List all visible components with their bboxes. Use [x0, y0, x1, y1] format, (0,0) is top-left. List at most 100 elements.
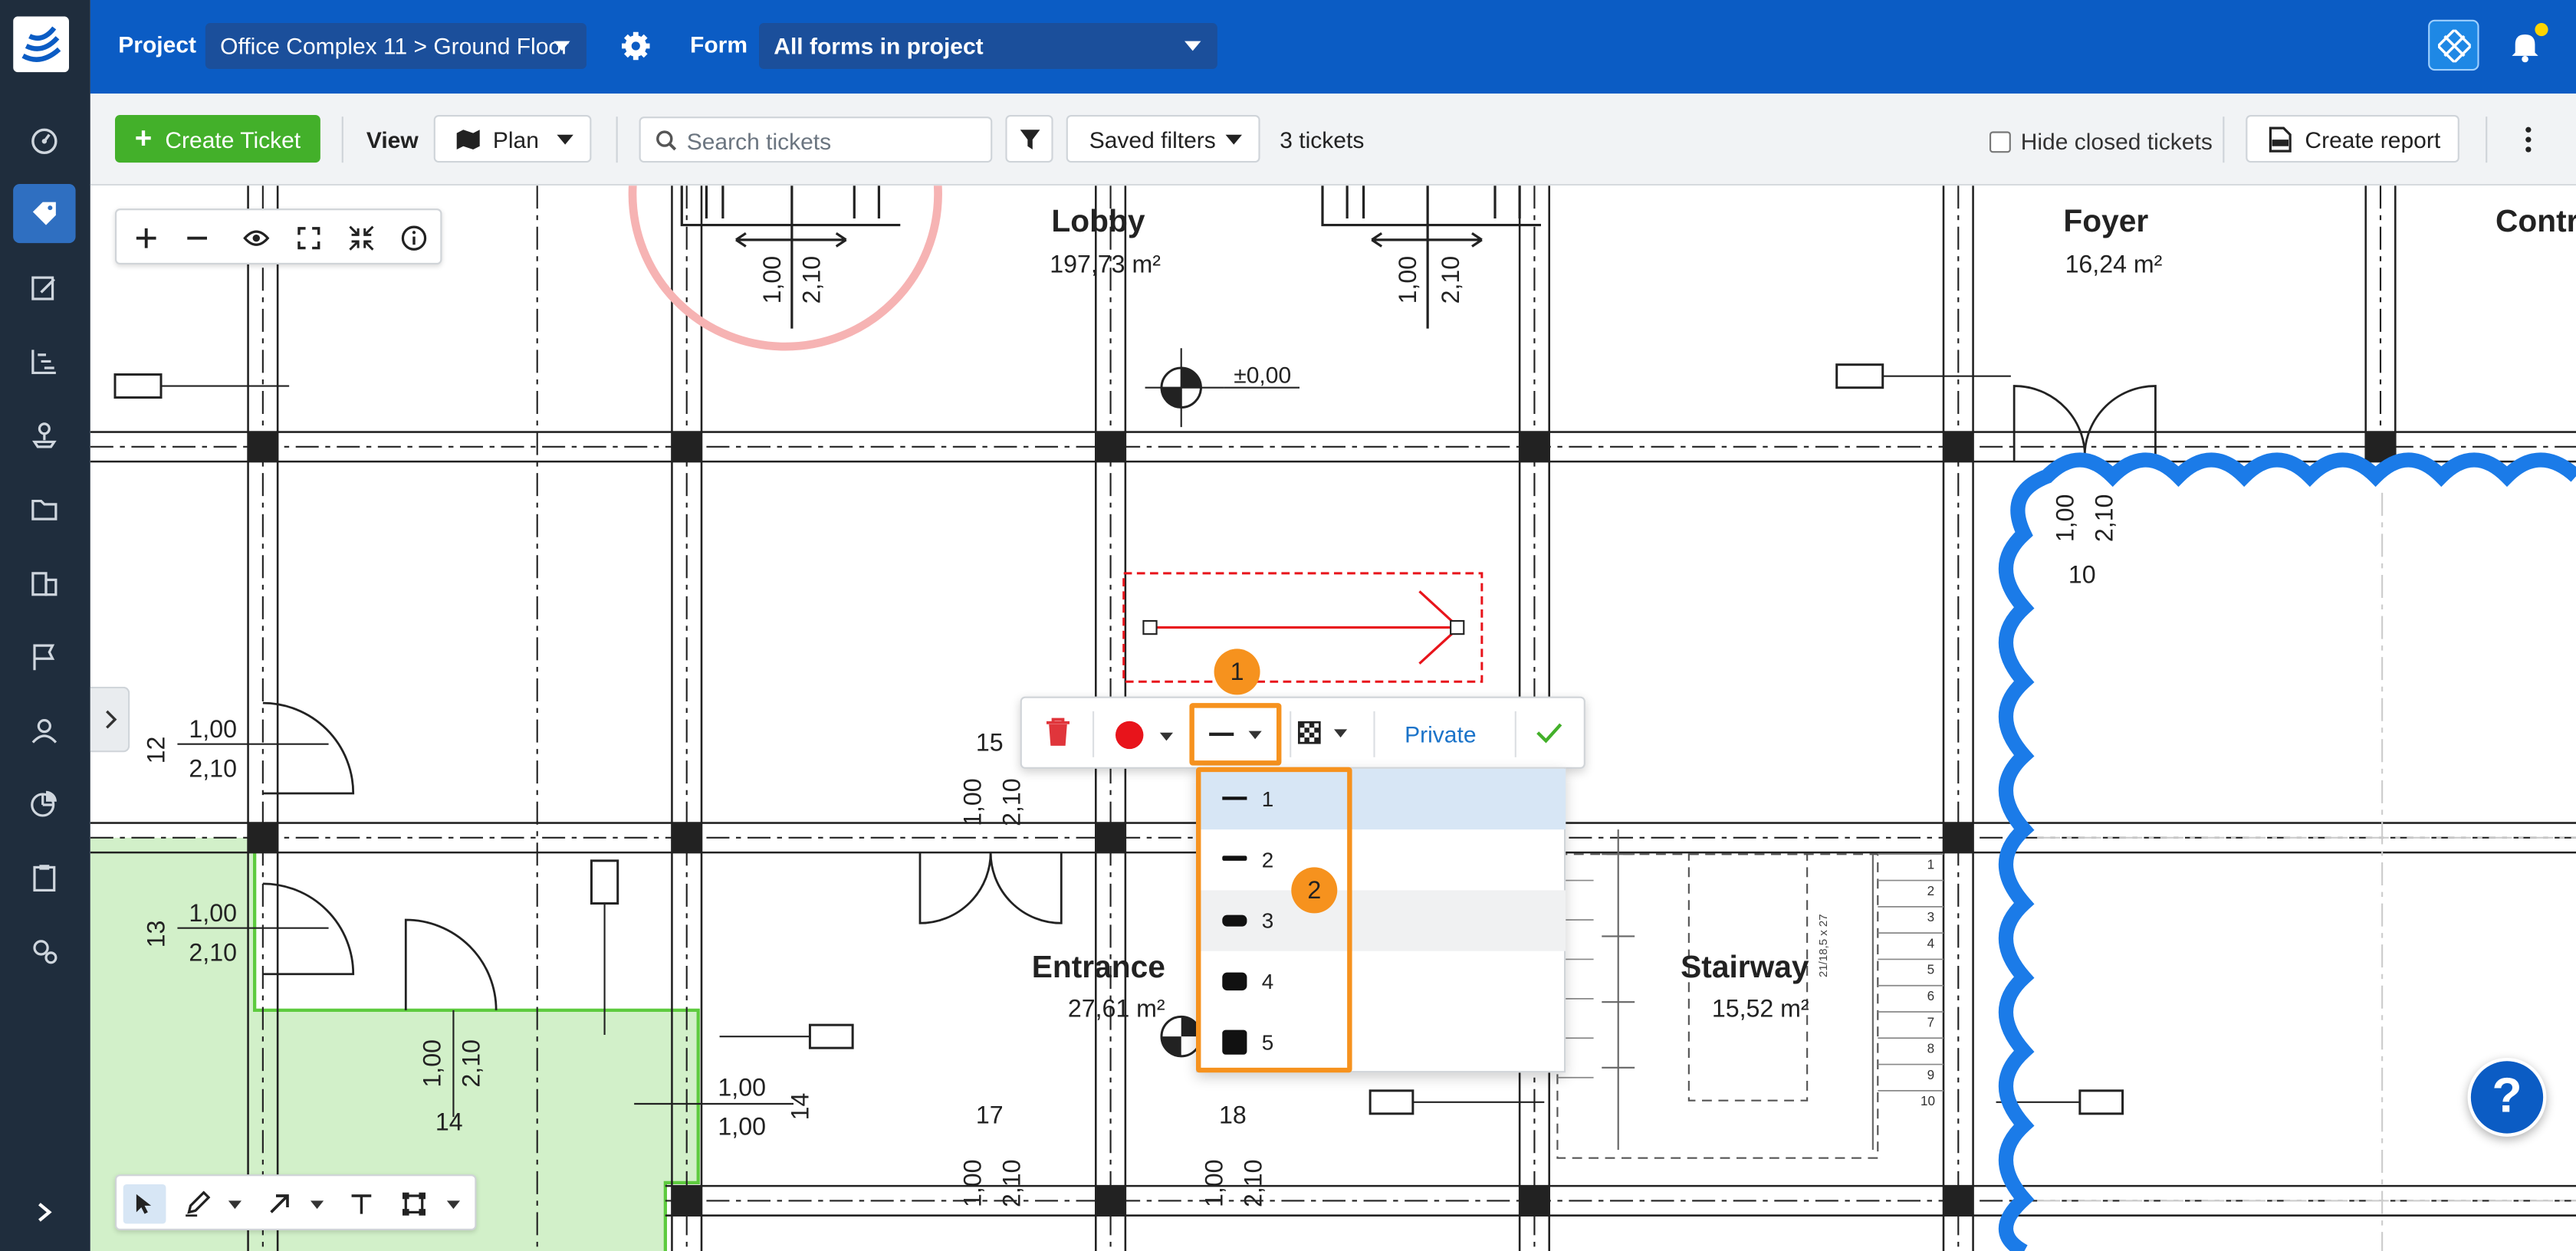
view-select[interactable]: Plan: [433, 115, 592, 163]
chevron-down-icon[interactable]: [228, 1200, 242, 1210]
line-width-button[interactable]: [1189, 703, 1282, 766]
left-sidebar: [0, 0, 90, 1251]
cursor-icon: [136, 1194, 152, 1214]
sidebar-item-inspection[interactable]: [13, 406, 75, 465]
more-options-icon[interactable]: [2518, 125, 2538, 155]
pen-tool-button[interactable]: [179, 1184, 215, 1223]
tickets-toolbar: + Create Ticket View Plan Saved filters …: [90, 94, 2576, 186]
project-select[interactable]: Office Complex 11 > Ground Floor: [205, 23, 586, 69]
hide-closed-label: Hide closed tickets: [2020, 128, 2213, 155]
delete-shape-button[interactable]: [1045, 717, 1071, 747]
create-report-button[interactable]: Create report: [2246, 115, 2459, 163]
color-swatch: [1116, 721, 1144, 750]
form-select[interactable]: All forms in project: [758, 23, 1217, 69]
chevron-down-icon[interactable]: [310, 1200, 324, 1210]
sidebar-item-buildings[interactable]: [13, 553, 75, 612]
line-width-option-3[interactable]: 3: [1198, 890, 1566, 951]
sidebar-expand-button[interactable]: [13, 1186, 75, 1239]
svg-text:2,10: 2,10: [458, 1039, 485, 1088]
integrations-icon: [2436, 28, 2470, 62]
notification-badge: [2535, 23, 2548, 37]
minus-icon: [187, 236, 207, 240]
line-width-option-2[interactable]: 2: [1198, 829, 1566, 890]
chevron-down-icon: [557, 134, 573, 145]
sidebar-item-tasks[interactable]: [13, 848, 75, 907]
svg-text:1,00: 1,00: [758, 256, 786, 304]
private-toggle[interactable]: Private: [1405, 721, 1476, 747]
sidebar-item-dashboard[interactable]: [13, 112, 75, 171]
buildings-icon: [31, 572, 58, 596]
zoom-in-button[interactable]: [130, 222, 163, 254]
room-area-foyer: 16,24 m²: [2065, 251, 2163, 278]
hide-closed-checkbox[interactable]: [1990, 130, 2011, 153]
sidebar-item-files[interactable]: [13, 480, 75, 539]
line-width-option-1[interactable]: 1: [1198, 768, 1566, 830]
chevron-down-icon: [1334, 729, 1348, 738]
svg-text:13: 13: [142, 921, 169, 948]
svg-text:2,10: 2,10: [998, 1159, 1026, 1207]
line-width-label: 1: [1261, 786, 1274, 812]
line-width-option-4[interactable]: 4: [1198, 951, 1566, 1012]
saved-filters-select[interactable]: Saved filters: [1066, 115, 1260, 163]
info-button[interactable]: [398, 222, 431, 254]
tickets-drawer-toggle[interactable]: [90, 686, 130, 753]
text-tool-button[interactable]: [343, 1184, 380, 1223]
folder-icon: [31, 499, 58, 520]
svg-text:1,00: 1,00: [189, 715, 237, 743]
stair-step-number: 1: [1927, 857, 1935, 872]
room-name-lobby: Lobby: [1051, 203, 1145, 238]
svg-text:8: 8: [1927, 1041, 1935, 1056]
visibility-button[interactable]: [240, 222, 273, 254]
svg-text:18: 18: [1219, 1102, 1247, 1129]
sidebar-item-flags[interactable]: [13, 628, 75, 687]
collapse-view-button[interactable]: [345, 222, 378, 254]
svg-text:2,10: 2,10: [2091, 494, 2118, 543]
sidebar-item-forms[interactable]: [13, 258, 75, 317]
chevron-down-icon[interactable]: [446, 1200, 460, 1210]
fit-screen-button[interactable]: [292, 222, 325, 254]
chevron-down-icon: [1248, 731, 1262, 740]
sidebar-item-reports[interactable]: [13, 773, 75, 832]
search-box[interactable]: [639, 117, 993, 163]
svg-text:10: 10: [2068, 561, 2096, 589]
confirm-shape-button[interactable]: [1536, 721, 1562, 744]
shape-tool-button[interactable]: [396, 1184, 432, 1223]
room-area-stairway: 15,52 m²: [1712, 994, 1809, 1022]
arrow-tool-button[interactable]: [261, 1184, 297, 1223]
filter-button[interactable]: [1005, 115, 1053, 163]
integrations-button[interactable]: [2428, 19, 2479, 71]
line-width-option-5[interactable]: 5: [1198, 1012, 1566, 1072]
search-input[interactable]: [686, 124, 983, 156]
zoom-out-button[interactable]: [181, 222, 214, 254]
settings-icon: [33, 940, 58, 964]
color-picker-button[interactable]: [1116, 720, 1188, 753]
app-logo[interactable]: [13, 16, 70, 73]
svg-text:21/18,5 x 27: 21/18,5 x 27: [1817, 914, 1830, 977]
sidebar-item-users[interactable]: [13, 701, 75, 760]
sidebar-item-tickets[interactable]: [13, 184, 76, 244]
top-bar: Project Office Complex 11 > Ground Floor…: [90, 0, 2576, 94]
divider: [341, 117, 343, 163]
arrow-icon: [270, 1194, 289, 1213]
view-value: Plan: [492, 125, 539, 153]
pdf-file-icon: [2269, 126, 2292, 152]
dashboard-icon: [31, 128, 58, 154]
line-swatch: [1222, 855, 1247, 861]
gear-icon[interactable]: [619, 30, 652, 63]
fill-pattern-button[interactable]: [1297, 717, 1357, 750]
sidebar-item-gantt[interactable]: [13, 332, 75, 391]
svg-text:15: 15: [976, 728, 1004, 756]
hide-closed-toggle[interactable]: Hide closed tickets: [1990, 128, 2213, 154]
create-ticket-button[interactable]: + Create Ticket: [115, 115, 320, 163]
svg-text:1,00: 1,00: [718, 1113, 766, 1141]
line-swatch: [1222, 1029, 1247, 1055]
chevron-right-icon: [38, 1203, 52, 1222]
svg-text:5: 5: [1927, 962, 1935, 977]
select-tool-button[interactable]: [123, 1184, 166, 1224]
form-label: Form: [690, 31, 748, 57]
svg-text:1,00: 1,00: [958, 1159, 986, 1207]
sidebar-item-settings[interactable]: [13, 921, 75, 980]
help-button[interactable]: ?: [2467, 1058, 2547, 1137]
divider: [616, 117, 618, 163]
user-icon: [31, 719, 58, 744]
